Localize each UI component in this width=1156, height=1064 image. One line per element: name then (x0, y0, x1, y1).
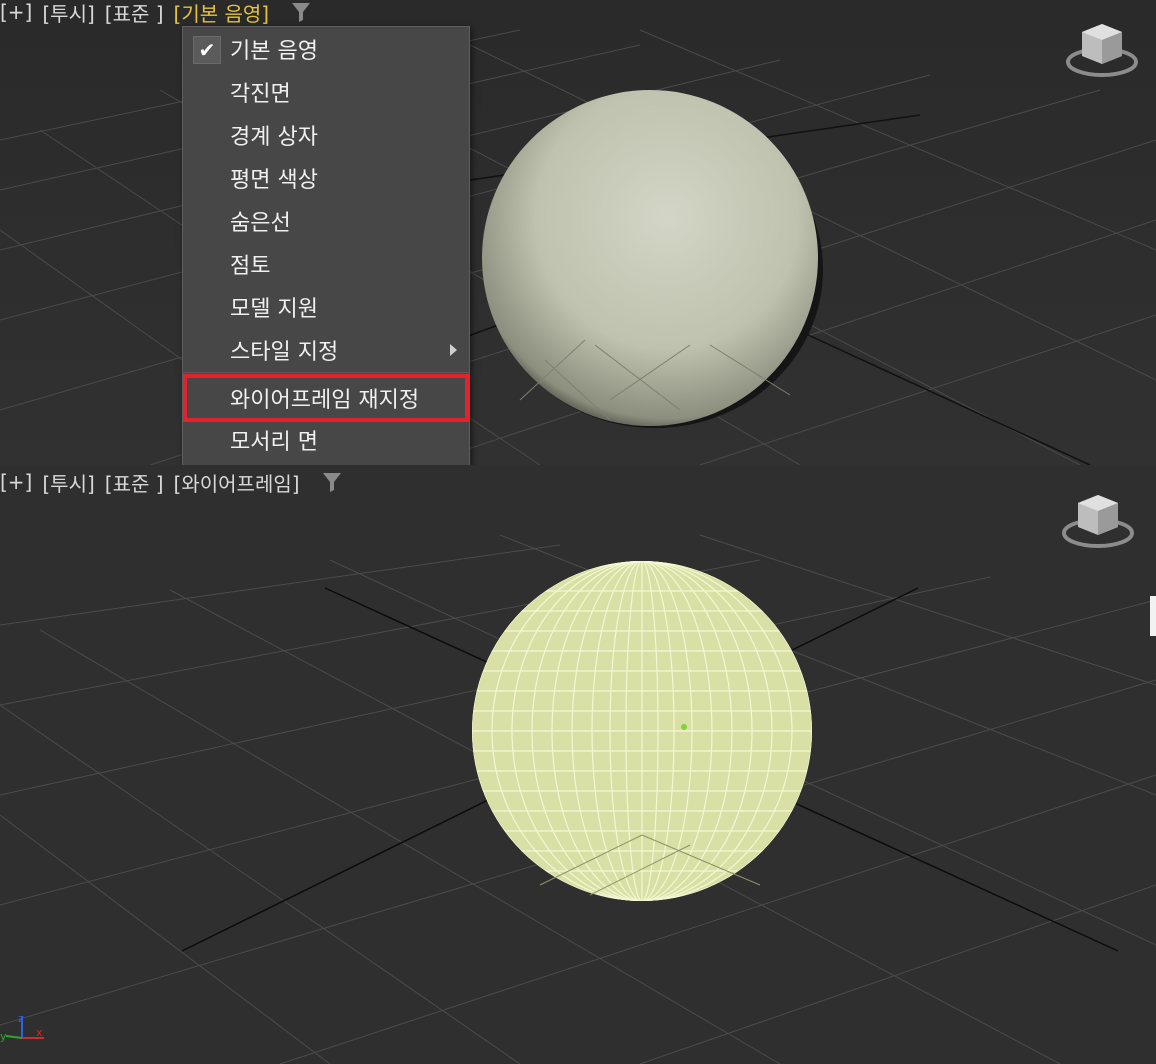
menu-item-flat-color[interactable]: 평면 색상 (183, 158, 469, 198)
menu-item-stylized[interactable]: 스타일 지정 (183, 330, 469, 370)
menu-item-label: 각진면 (230, 82, 291, 107)
axis-tripod-icon: z y x (0, 1012, 44, 1043)
viewport-edge-strip (1150, 596, 1156, 636)
menu-item-facets[interactable]: 각진면 (183, 72, 469, 112)
svg-text:y: y (0, 1030, 7, 1043)
viewport-standard-menu[interactable]: [표준 ] (105, 0, 164, 27)
menu-item-clay[interactable]: 점토 (183, 244, 469, 284)
menu-item-label: 모서리 면 (230, 430, 318, 455)
viewport-shading-menu[interactable]: [기본 음영] (174, 0, 270, 27)
menu-item-edged-faces[interactable]: 모서리 면 (183, 420, 469, 460)
viewcube-icon[interactable] (1060, 489, 1136, 551)
filter-icon[interactable] (320, 470, 344, 494)
menu-item-bounding-box[interactable]: 경계 상자 (183, 115, 469, 155)
filter-icon[interactable] (289, 0, 313, 24)
pivot-point (681, 724, 687, 730)
menu-item-wireframe-override[interactable]: 와이어프레임 재지정 (183, 374, 469, 422)
checkmark-icon: ✔ (193, 36, 221, 64)
shaded-sphere (482, 90, 818, 426)
menu-item-label: 모델 지원 (230, 297, 318, 322)
svg-text:z: z (18, 1012, 24, 1025)
top-viewport-scene (0, 29, 1156, 465)
shading-dropdown-menu: ✔ 기본 음영 각진면 경계 상자 평면 색상 숨은선 점토 모델 지원 스타일… (182, 26, 470, 465)
menu-separator (183, 372, 469, 373)
viewport-view-menu[interactable]: [투시] (42, 0, 94, 27)
svg-text:x: x (36, 1026, 43, 1039)
submenu-arrow-icon (450, 344, 457, 356)
menu-item-hidden-line[interactable]: 숨은선 (183, 201, 469, 241)
viewport-shading-menu[interactable]: [와이어프레임] (174, 468, 300, 497)
bottom-viewport[interactable]: [+] [투시] [표준 ] [와이어프레임] (0, 465, 1156, 1064)
bottom-viewport-labels: [+] [투시] [표준 ] [와이어프레임] (0, 468, 344, 497)
viewcube-icon[interactable] (1064, 18, 1140, 80)
menu-item-default-shading[interactable]: ✔ 기본 음영 (183, 29, 469, 69)
top-viewport[interactable]: [+] [투시] [표준 ] [기본 음영] ✔ 기본 음영 각진면 경계 상자… (0, 0, 1156, 465)
viewport-view-menu[interactable]: [투시] (42, 468, 94, 497)
viewport-plus-menu[interactable]: [+] (0, 0, 32, 24)
menu-item-label: 점토 (230, 254, 271, 279)
menu-item-label: 평면 색상 (230, 168, 318, 193)
menu-item-label: 와이어프레임 재지정 (230, 388, 420, 413)
top-viewport-labels: [+] [투시] [표준 ] [기본 음영] (0, 0, 313, 27)
viewport-plus-menu[interactable]: [+] (0, 470, 32, 494)
menu-item-label: 숨은선 (230, 211, 291, 236)
bottom-viewport-scene (0, 534, 1156, 1064)
menu-item-label: 경계 상자 (230, 125, 318, 150)
menu-item-label: 기본 음영 (230, 39, 318, 64)
viewport-standard-menu[interactable]: [표준 ] (105, 468, 164, 497)
menu-item-model-assist[interactable]: 모델 지원 (183, 287, 469, 327)
menu-item-label: 스타일 지정 (230, 340, 339, 365)
